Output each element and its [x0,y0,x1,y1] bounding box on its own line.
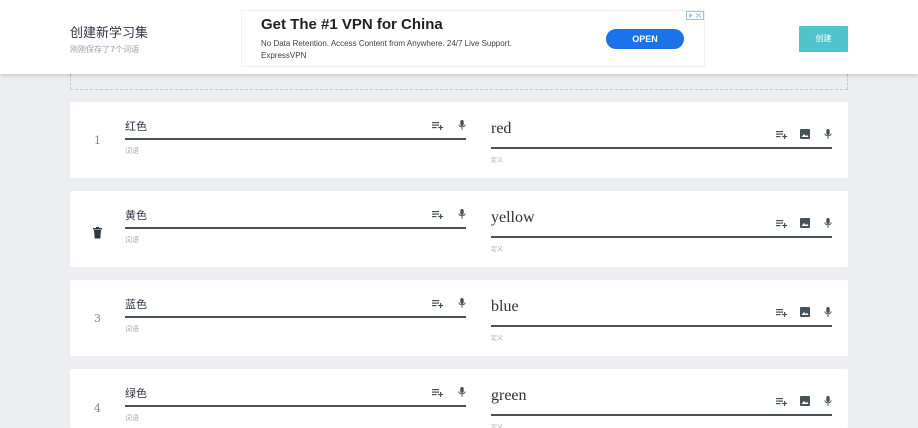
term-underline [125,405,466,407]
mic-icon[interactable] [822,128,834,140]
image-icon[interactable] [799,395,811,407]
mic-icon[interactable] [822,217,834,229]
playlist-add-icon[interactable] [776,217,788,229]
image-icon[interactable] [799,217,811,229]
card-divider [70,74,848,90]
definition-underline [491,325,832,327]
definition-input[interactable]: red [491,120,511,138]
mic-icon[interactable] [456,386,468,398]
term-input[interactable]: 红色 [125,118,147,134]
definition-input[interactable]: yellow [491,209,535,227]
image-icon[interactable] [799,128,811,140]
term-underline [125,316,466,318]
image-icon[interactable] [799,306,811,318]
term-underline [125,138,466,140]
term-card: 3 蓝色 词语 blue 定义 [70,280,848,356]
term-underline [125,227,466,229]
ad-description: No Data Retention. Access Content from A… [261,39,512,48]
mic-icon[interactable] [822,395,834,407]
page-title: 创建新学习集 [70,26,149,41]
definition-underline [491,414,832,416]
term-input[interactable]: 黄色 [125,207,147,223]
mic-icon[interactable] [822,306,834,318]
card-index: 4 [94,402,101,415]
mic-icon[interactable] [456,297,468,309]
playlist-add-icon[interactable] [776,306,788,318]
save-status: 刚刚保存了7个词语 [70,45,140,54]
term-card: 4 绿色 词语 green 定义 [70,369,848,428]
definition-label: 定义 [491,246,504,253]
trash-icon[interactable] [93,224,102,239]
term-label: 词语 [125,236,139,244]
definition-label: 定义 [491,157,504,164]
mic-icon[interactable] [456,208,468,220]
playlist-add-icon[interactable] [432,386,444,398]
definition-underline [491,147,832,149]
ad-open-button[interactable]: OPEN [606,29,684,49]
create-button[interactable]: 创建 [799,26,848,52]
definition-input[interactable]: green [491,387,527,405]
term-label: 词语 [125,414,139,422]
playlist-add-icon[interactable] [432,297,444,309]
ad-choices-icon[interactable] [686,11,704,22]
definition-label: 定义 [491,335,504,342]
ad-banner[interactable]: Get The #1 VPN for China No Data Retenti… [241,10,705,67]
term-card: 1 红色 词语 red 定义 [70,102,848,178]
term-label: 词语 [125,147,139,155]
playlist-add-icon[interactable] [776,128,788,140]
term-card: 黄色 词语 yellow 定义 [70,191,848,267]
card-index: 1 [94,134,101,147]
definition-label: 定义 [491,424,504,428]
term-input[interactable]: 绿色 [125,385,147,401]
playlist-add-icon[interactable] [432,208,444,220]
playlist-add-icon[interactable] [432,119,444,131]
term-label: 词语 [125,325,139,333]
definition-input[interactable]: blue [491,298,519,316]
playlist-add-icon[interactable] [776,395,788,407]
ad-advertiser: ExpressVPN [261,51,307,60]
ad-headline[interactable]: Get The #1 VPN for China [261,16,443,33]
top-bar: 创建新学习集 刚刚保存了7个词语 Get The #1 VPN for Chin… [0,0,918,74]
term-input[interactable]: 蓝色 [125,296,147,312]
card-index: 3 [94,312,101,325]
mic-icon[interactable] [456,119,468,131]
definition-underline [491,236,832,238]
